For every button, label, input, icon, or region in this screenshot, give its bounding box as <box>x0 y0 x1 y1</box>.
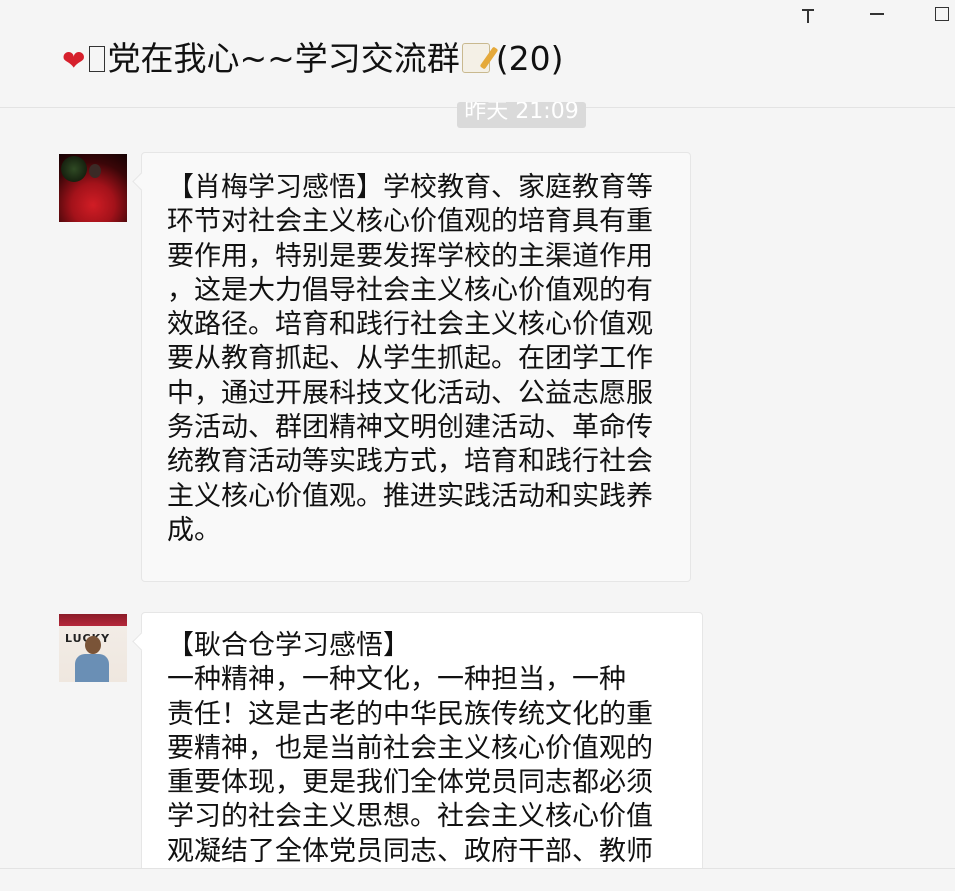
minimize-button[interactable] <box>855 0 899 28</box>
minimize-icon <box>870 13 884 15</box>
pin-icon <box>801 7 815 23</box>
chat-window: ❤ 党在我心~~学习交流群 (20) 昨天 21:09 【肖梅学习感悟】学校教育、家… <box>0 0 955 891</box>
avatar[interactable] <box>59 154 127 222</box>
message-bubble[interactable]: 【耿合仓学习感悟】 一种精神，一种文化，一种担当，一种 责任！这是古老的中华民族… <box>141 612 703 891</box>
message-bubble[interactable]: 【肖梅学习感悟】学校教育、家庭教育等 环节对社会主义核心价值观的培育具有重 要作… <box>141 152 691 582</box>
avatar-person-body <box>75 654 109 682</box>
heart-icon: ❤ <box>62 44 86 77</box>
missing-glyph-icon <box>89 46 106 72</box>
chat-title-text: 党在我心~~学习交流群 <box>107 39 460 78</box>
chat-title: ❤ 党在我心~~学习交流群 (20) <box>62 36 564 84</box>
avatar-foliage <box>61 156 87 182</box>
input-area-edge <box>0 868 955 891</box>
maximize-button[interactable] <box>920 0 955 28</box>
title-bar: ❤ 党在我心~~学习交流群 (20) <box>0 0 955 108</box>
pin-button[interactable] <box>786 0 830 28</box>
memo-icon <box>461 43 490 73</box>
avatar[interactable]: LUCKY <box>59 614 127 682</box>
maximize-icon <box>935 7 949 21</box>
message-timestamp: 昨天 21:09 <box>457 102 586 128</box>
avatar-person-head <box>85 636 101 654</box>
member-count: (20) <box>495 39 564 78</box>
avatar-figure <box>89 164 101 178</box>
